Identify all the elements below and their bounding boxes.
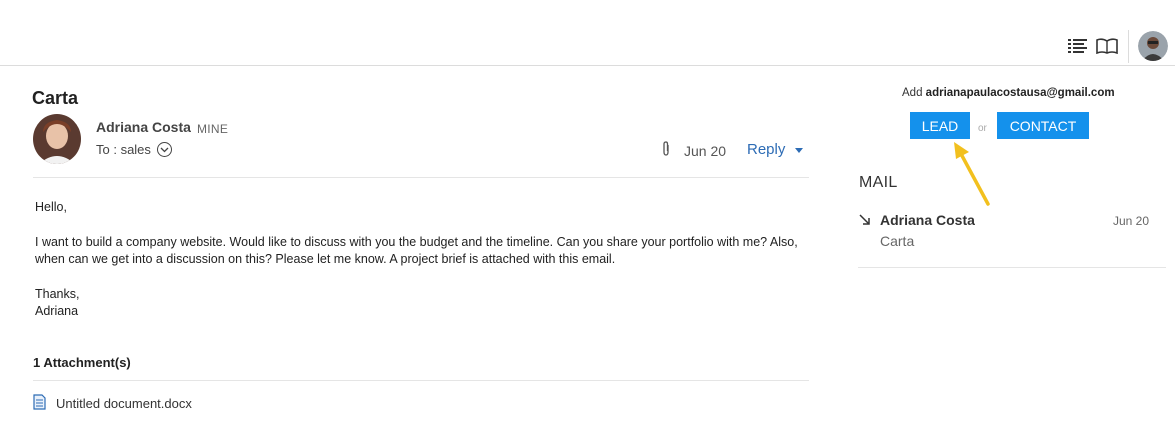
add-contact-button[interactable]: CONTACT [997,112,1089,139]
add-email: adrianapaulacostausa@gmail.com [925,87,1115,99]
mail-item-sender: Adriana Costa [880,212,975,228]
recipient-text: To : sales [96,142,151,157]
email-date: Jun 20 [684,143,727,159]
mail-list-item[interactable]: Adriana Costa Jun 20 Carta [858,205,1166,268]
add-contact-line: Add adrianapaulacostausa@gmail.com [902,87,1115,99]
attachments-divider [33,380,809,381]
reply-label[interactable]: Reply [747,141,785,158]
reply-dropdown-icon[interactable] [795,148,804,153]
document-icon [33,394,46,413]
email-subject: Carta [32,88,79,108]
toolbar-divider [1128,30,1129,63]
email-body: Hello, I want to build a company website… [35,199,805,321]
reply-button[interactable]: Reply [747,141,804,158]
recipient-line: To : sales [96,142,172,157]
mail-section-heading: MAIL [859,174,898,191]
sender-name[interactable]: Adriana Costa [96,119,191,135]
header-divider [33,177,809,178]
list-view-icon[interactable] [1067,36,1089,56]
attachment-item[interactable]: Untitled document.docx [33,394,192,413]
body-signoff: Thanks, [35,286,80,301]
incoming-arrow-icon [858,213,872,227]
body-signature: Adriana [35,304,79,318]
paperclip-icon [660,141,672,157]
top-bar [0,0,1175,66]
user-avatar[interactable] [1138,31,1168,61]
attachment-name[interactable]: Untitled document.docx [56,396,192,411]
add-prefix: Add [902,87,923,99]
body-paragraph: I want to build a company website. Would… [35,234,798,267]
sender-avatar [33,114,81,164]
or-separator: or [978,123,987,134]
mail-item-subject: Carta [880,233,915,249]
chevron-down-icon[interactable] [156,142,172,157]
sender-tag: MINE [197,122,229,136]
mail-item-date: Jun 20 [1112,214,1149,228]
add-lead-button[interactable]: LEAD [910,112,970,139]
annotation-arrow-icon [954,142,990,206]
book-icon[interactable] [1096,36,1118,56]
attachments-title: 1 Attachment(s) [33,355,131,370]
body-greeting: Hello, [35,200,67,214]
